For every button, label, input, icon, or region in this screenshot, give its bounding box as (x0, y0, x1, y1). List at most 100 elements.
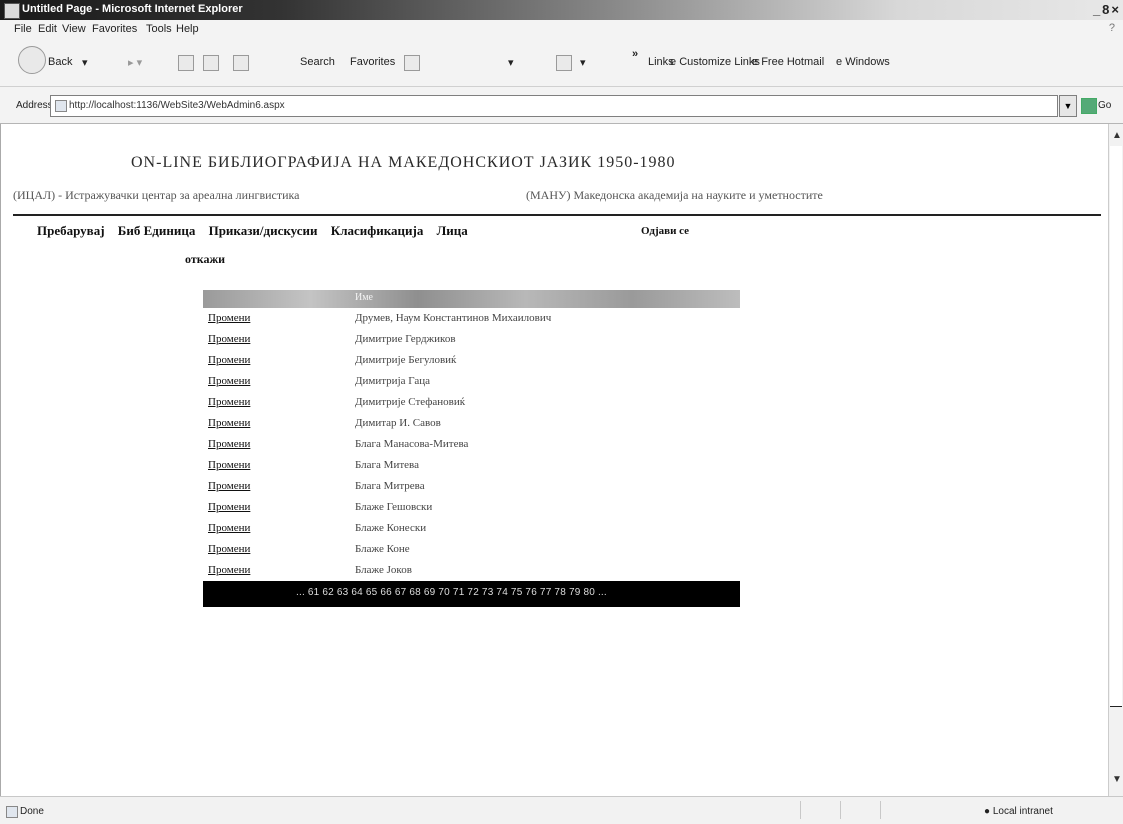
back-arrow-icon[interactable] (18, 46, 46, 74)
ie-icon (4, 3, 20, 19)
address-url[interactable]: http://localhost:1136/WebSite3/WebAdmin6… (69, 100, 285, 111)
person-name: Димитрије Бегуловиќ (355, 354, 457, 366)
scroll-down-icon[interactable]: ▼ (1112, 774, 1122, 785)
link-customize-links[interactable]: e Customize Links (670, 56, 760, 68)
pager-links[interactable]: ... 61 62 63 64 65 66 67 68 69 70 71 72 … (296, 587, 607, 598)
edit-link[interactable]: Промени (208, 312, 250, 324)
stop-icon[interactable] (178, 55, 194, 71)
mail-dropdown-icon[interactable]: ▾ (508, 56, 514, 69)
media-icon[interactable] (404, 55, 420, 71)
person-name: Димитрија Гаца (355, 375, 430, 387)
page-content: ON-LINE БИБЛИОГРАФИЈА НА МАКЕДОНСКИОТ ЈА… (0, 124, 1108, 796)
page-done-icon (6, 806, 18, 818)
person-name: Блаже Конески (355, 522, 427, 534)
windows-flag-icon: ? (1108, 22, 1115, 34)
toolbar-chevron[interactable]: » (632, 48, 638, 60)
edit-link[interactable]: Промени (208, 354, 250, 366)
table-row: Промени Димитрија Гаца (203, 371, 740, 392)
edit-link[interactable]: Промени (208, 459, 250, 471)
zone-label: Local intranet (992, 806, 1053, 817)
nav-search[interactable]: Пребарувај (37, 223, 105, 239)
table-row: Промени Блаже Коне (203, 539, 740, 560)
grid-header: Име (203, 290, 740, 308)
address-bar: Address http://localhost:1136/WebSite3/W… (0, 87, 1123, 124)
status-divider (880, 801, 881, 819)
menu-view[interactable]: View (62, 23, 86, 35)
person-name: Друмев, Наум Константинов Михаилович (355, 312, 552, 324)
scroll-up-icon[interactable]: ▲ (1112, 130, 1122, 141)
dropdown-arrow-icon[interactable]: ▾ (82, 56, 88, 69)
forward-button[interactable]: ▸ ▾ (128, 56, 142, 69)
nav-cancel[interactable]: откажи (185, 252, 225, 267)
minimize-button[interactable]: _ (1093, 2, 1100, 17)
grid-header-name: Име (355, 292, 373, 303)
window-controls: _ 8 × (1091, 2, 1119, 17)
go-arrow-icon[interactable] (1081, 98, 1097, 114)
search-button[interactable]: Search (300, 56, 335, 68)
persons-grid: Име Промени Друмев, Наум Константинов Мих… (203, 290, 740, 607)
person-name: Блаже Коне (355, 543, 410, 555)
print-icon[interactable] (556, 55, 572, 71)
table-row: Промени Димитрие Герджиков (203, 329, 740, 350)
link-windows[interactable]: e Windows (836, 56, 890, 68)
grid-pager: ... 61 62 63 64 65 66 67 68 69 70 71 72 … (203, 581, 740, 607)
institute-name: (ИЦАЛ) - Истражувачки центар за ареална … (13, 188, 300, 202)
menu-help[interactable]: Help (176, 23, 199, 35)
table-row: Промени Димитар И. Савов (203, 413, 740, 434)
ie-link-icon: e (670, 56, 677, 68)
edit-link[interactable]: Промени (208, 480, 250, 492)
edit-link[interactable]: Промени (208, 564, 250, 576)
edit-link[interactable]: Промени (208, 396, 250, 408)
person-name: Димитар И. Савов (355, 417, 441, 429)
table-row: Промени Блага Митева (203, 455, 740, 476)
intranet-icon: ● (984, 806, 991, 817)
edit-dropdown-icon[interactable]: ▾ (580, 56, 586, 69)
nav-logout[interactable]: Одјави се (641, 225, 689, 237)
edit-link[interactable]: Промени (208, 375, 250, 387)
edit-link[interactable]: Промени (208, 417, 250, 429)
nav-classification[interactable]: Класификација (331, 223, 424, 239)
restore-button[interactable]: 8 (1102, 2, 1109, 17)
person-name: Блаже Гешовски (355, 501, 433, 513)
go-button[interactable]: Go (1098, 100, 1111, 111)
nav-bib-unit[interactable]: Биб Единица (118, 223, 196, 239)
table-row: Промени Блага Манасова-Митева (203, 434, 740, 455)
menu-favorites[interactable]: Favorites (92, 23, 137, 35)
edit-link[interactable]: Промени (208, 522, 250, 534)
refresh-icon[interactable] (203, 55, 219, 71)
edit-link[interactable]: Промени (208, 438, 250, 450)
vertical-scrollbar[interactable]: ▲ ▼ (1108, 124, 1123, 796)
ie-link-icon: e (752, 56, 759, 68)
table-row: Промени Блаже Гешовски (203, 497, 740, 518)
back-button[interactable]: Back (48, 56, 72, 68)
menu-edit[interactable]: Edit (38, 23, 57, 35)
link-free-hotmail[interactable]: e Free Hotmail (752, 56, 824, 68)
address-input[interactable]: http://localhost:1136/WebSite3/WebAdmin6… (50, 95, 1058, 117)
address-dropdown-icon[interactable]: ▼ (1059, 95, 1077, 117)
scroll-thumb[interactable] (1110, 146, 1122, 707)
table-row: Промени Димитрије Бегуловиќ (203, 350, 740, 371)
nav-reviews[interactable]: Прикази/дискусии (209, 223, 318, 239)
status-bar: Done ● Local intranet (0, 796, 1123, 824)
page-icon (55, 100, 67, 112)
person-name: Димитрије Стефановиќ (355, 396, 466, 408)
menu-tools[interactable]: Tools (146, 23, 172, 35)
edit-link[interactable]: Промени (208, 543, 250, 555)
home-icon[interactable] (233, 55, 249, 71)
windows-label: Windows (845, 56, 890, 68)
close-button[interactable]: × (1111, 2, 1119, 17)
nav-persons[interactable]: Лица (437, 223, 468, 239)
grid-body: Промени Друмев, Наум Константинов Михаило… (203, 308, 740, 581)
table-row: Промени Блага Митрева (203, 476, 740, 497)
menu-file[interactable]: File (14, 23, 32, 35)
menu-bar: File Edit View Favorites Tools Help ? (0, 20, 1123, 38)
table-row: Промени Блаже Јоков (203, 560, 740, 581)
edit-link[interactable]: Промени (208, 501, 250, 513)
favorites-button[interactable]: Favorites (350, 56, 395, 68)
edit-link[interactable]: Промени (208, 333, 250, 345)
header-divider (13, 214, 1101, 216)
status-divider (800, 801, 801, 819)
academy-name: (МАНУ) Македонска академија на науките и… (526, 188, 823, 202)
ie-link-icon: e (836, 56, 843, 68)
free-hotmail-label: Free Hotmail (761, 56, 825, 68)
